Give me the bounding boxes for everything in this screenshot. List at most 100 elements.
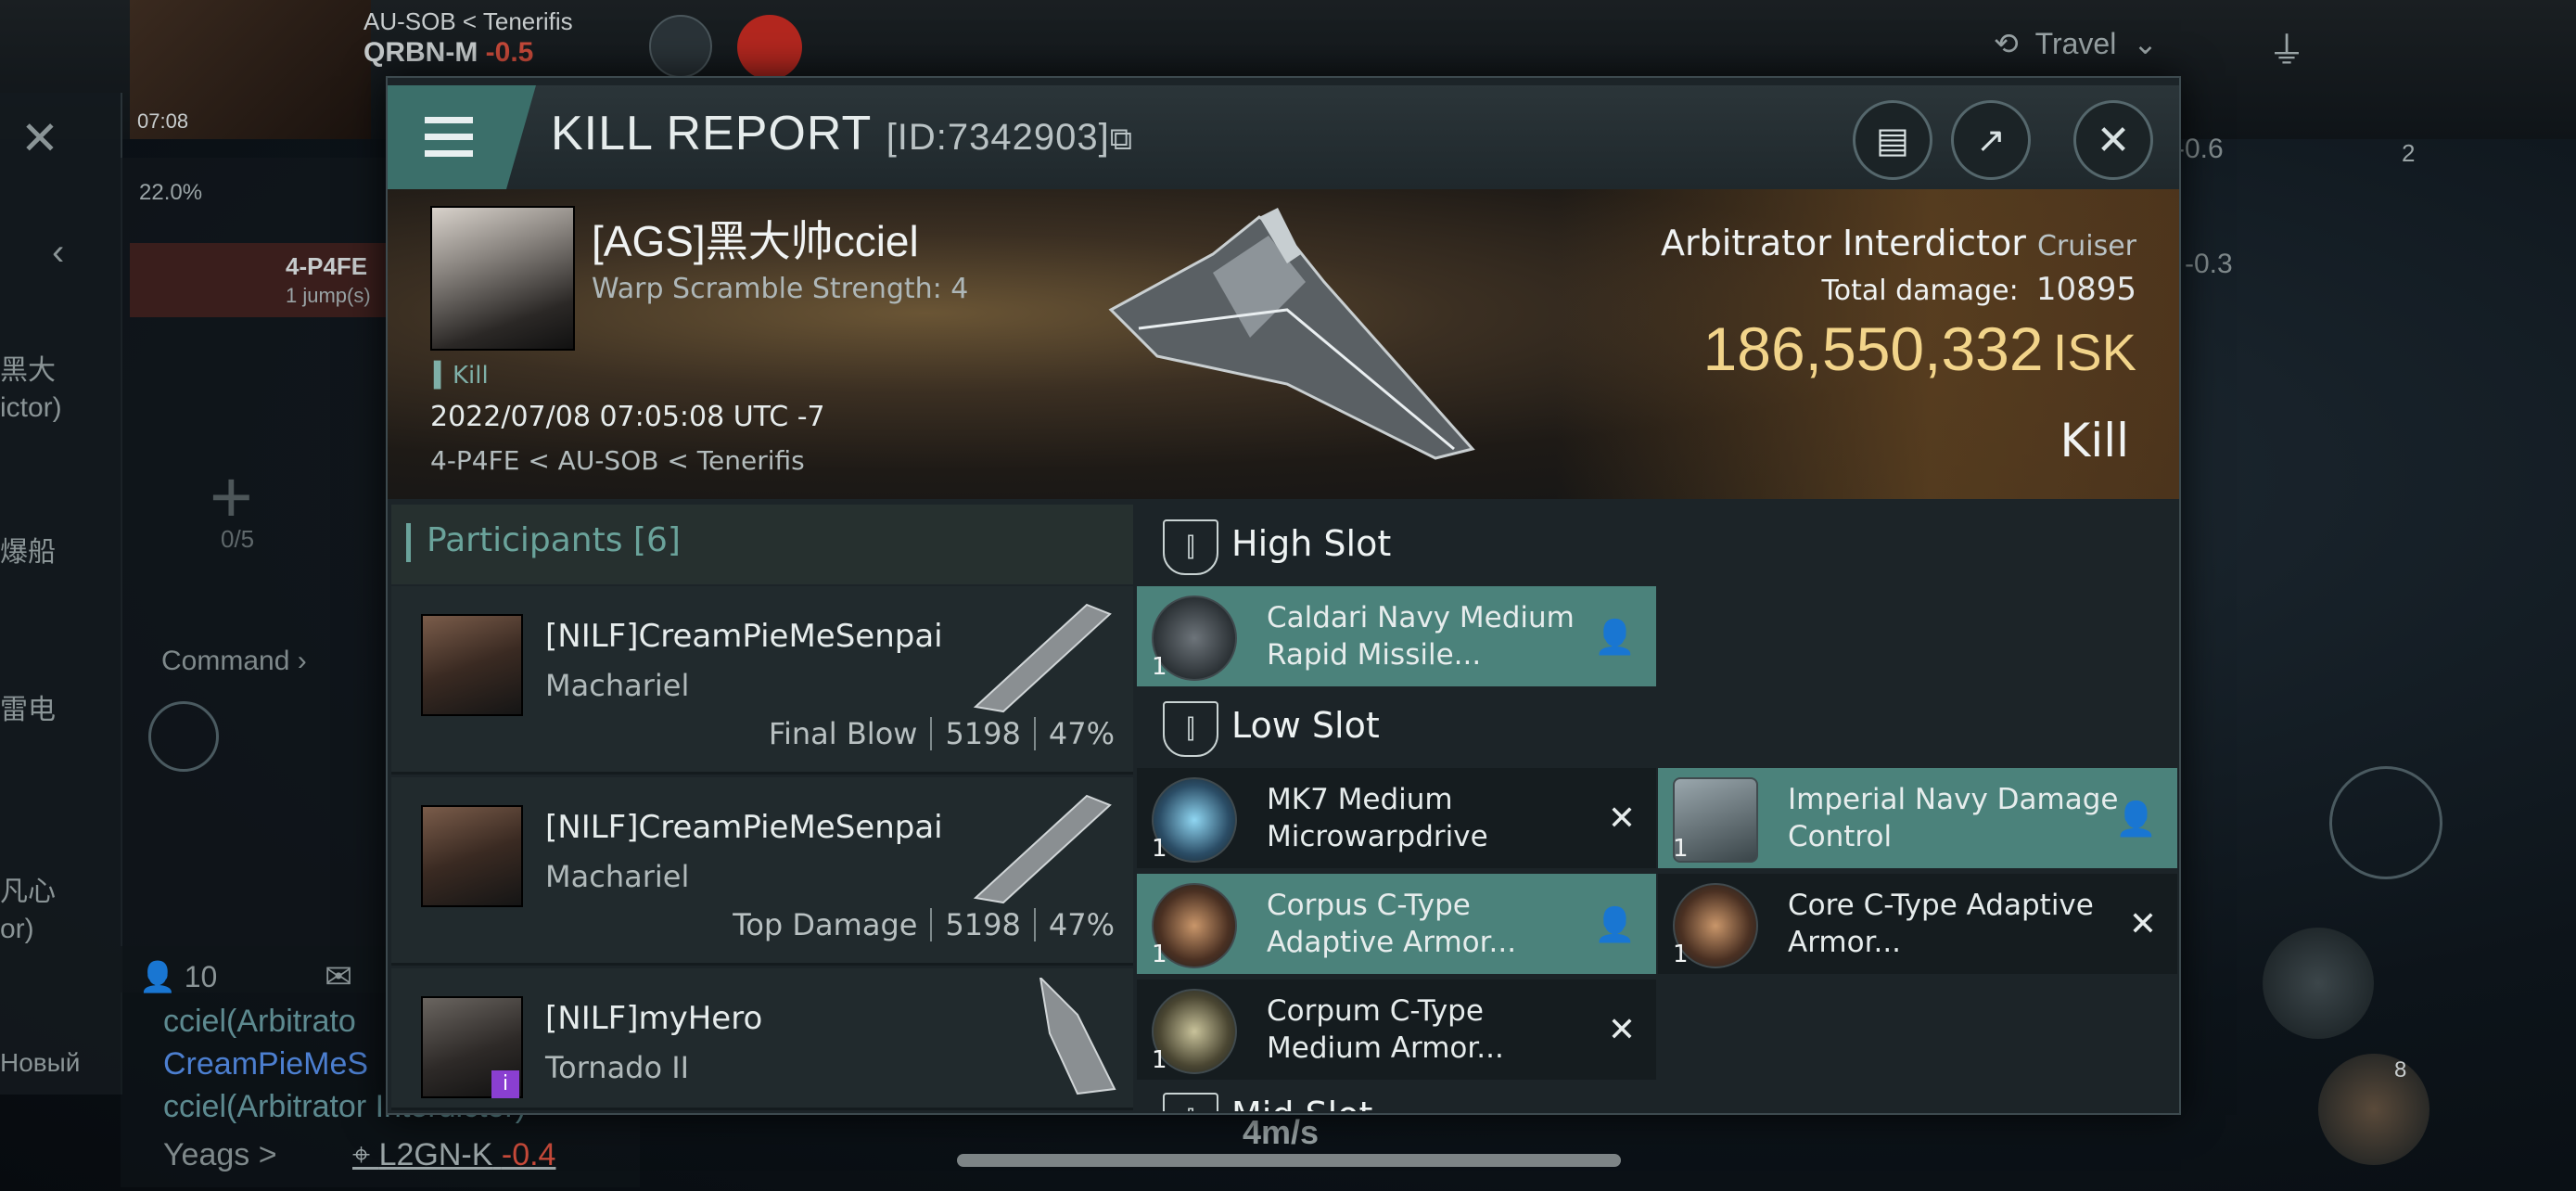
- corporation-logo-icon[interactable]: [737, 15, 802, 80]
- mid-slot-header: ⫿ Mid Slot: [1137, 1089, 2175, 1111]
- chat-user[interactable]: Yeags >: [163, 1137, 277, 1173]
- module-qty: 1: [1673, 941, 1689, 968]
- command-orbit-icon[interactable]: [148, 701, 219, 772]
- module-qty: 1: [1152, 1046, 1167, 1074]
- report-id: [ID:7342903]: [886, 117, 1110, 158]
- kill-report-modal: KILL REPORT [ID:7342903]⧉ ▤ ↗ ✕ [AGS]黑大帅…: [386, 76, 2181, 1115]
- participant-row[interactable]: [NILF]CreamPieMeSenpai Machariel Top Dam…: [391, 777, 1133, 966]
- left-label-4: 凡心 or): [0, 877, 56, 944]
- module-qty: 1: [1152, 835, 1167, 863]
- menu-icon: [425, 117, 473, 123]
- swap-icon[interactable]: [2329, 766, 2442, 879]
- travel-dropdown[interactable]: ⟲ Travel ⌄: [1994, 26, 2158, 61]
- left-label-5: Новый: [0, 1048, 81, 1077]
- module-qty: 1: [1152, 653, 1167, 681]
- module-item[interactable]: 1 Caldari Navy Medium Rapid Missile... 👤: [1137, 586, 1656, 686]
- travel-icon: ⟲: [1994, 27, 2019, 60]
- close-button[interactable]: ✕: [2073, 100, 2153, 180]
- kill-result: Kill: [2060, 414, 2129, 467]
- participants-title: Participants [6]: [427, 521, 681, 559]
- low-slot-label: Low Slot: [1231, 705, 1380, 746]
- left-label-2: 爆船: [0, 537, 56, 568]
- clipboard-button[interactable]: ▤: [1853, 100, 1932, 180]
- module-item[interactable]: 1 Corpus C-Type Adaptive Armor... 👤: [1137, 874, 1656, 974]
- low-slot-icon: ⫿: [1163, 701, 1218, 757]
- total-damage: Total damage: 10895: [1821, 271, 2137, 308]
- module-button-1[interactable]: [2263, 928, 2374, 1039]
- module-name: Corpus C-Type Adaptive Armor...: [1267, 889, 1517, 959]
- chevron-left-icon[interactable]: ‹: [52, 232, 64, 274]
- participant-name: [NILF]CreamPieMeSenpai: [545, 618, 943, 655]
- chat-line-1: cciel(Arbitrato: [163, 1004, 356, 1039]
- chat-line-2[interactable]: CreamPieMeS: [163, 1046, 368, 1082]
- module-item[interactable]: 1 Imperial Navy Damage Control 👤: [1658, 768, 2177, 868]
- participant-ship-image: [1039, 978, 1116, 1095]
- module-badge: 8: [2394, 1057, 2407, 1082]
- modal-title: KILL REPORT [ID:7342903]⧉: [551, 107, 1134, 160]
- nav-jumps: 1 jump(s): [286, 284, 371, 307]
- filter-icon[interactable]: ⏚: [2268, 20, 2305, 74]
- share-icon: ↗: [1976, 120, 2006, 160]
- notification-badge[interactable]: 2: [2402, 139, 2415, 168]
- module-name: Imperial Navy Damage Control: [1788, 783, 2119, 853]
- destroyed-icon: ✕: [2128, 905, 2157, 943]
- dropped-icon: 👤: [2115, 800, 2157, 839]
- clipboard-icon: ▤: [1876, 120, 1909, 160]
- kill-datetime: 2022/07/08 07:05:08 UTC -7: [430, 401, 825, 433]
- module-item[interactable]: 1 Corpum C-Type Medium Armor... ✕: [1137, 980, 1656, 1080]
- module-qty: 1: [1152, 941, 1167, 968]
- module-item[interactable]: 1 Core C-Type Adaptive Armor... ✕: [1658, 874, 2177, 974]
- participant-ship: Machariel: [545, 668, 690, 703]
- info-badge-icon[interactable]: i: [491, 1070, 519, 1098]
- left-label-1: 黑大 ictor): [0, 355, 62, 423]
- participant-row[interactable]: i [NILF]myHero Tornado II: [391, 968, 1133, 1110]
- kill-location[interactable]: 4-P4FE < AU-SOB < Tenerifis: [430, 445, 805, 476]
- fleet-slots: 0/5: [221, 525, 255, 553]
- participant-name: [NILF]myHero: [545, 1000, 763, 1037]
- home-indicator[interactable]: [957, 1154, 1621, 1167]
- mail-icon[interactable]: ✉: [325, 957, 352, 996]
- module-name: Caldari Navy Medium Rapid Missile...: [1267, 601, 1575, 672]
- mid-slot-icon: ⫿: [1163, 1093, 1218, 1111]
- left-label-3: 雷电: [0, 695, 56, 725]
- overview-sec-2: -0.3: [2185, 249, 2233, 279]
- module-item[interactable]: 1 MK7 Medium Microwarpdrive ✕: [1137, 768, 1656, 868]
- participant-ship-image: [973, 794, 1112, 904]
- close-icon: ✕: [2096, 116, 2131, 164]
- share-button[interactable]: ↗: [1951, 100, 2031, 180]
- participant-ship: Tornado II: [545, 1050, 690, 1085]
- dropped-icon: 👤: [1594, 906, 1636, 944]
- victim-ship: Arbitrator Interdictor Cruiser: [1661, 223, 2136, 263]
- destroyed-icon: ✕: [1607, 1011, 1636, 1049]
- kill-tag: ▍Kill: [434, 362, 489, 390]
- participant-row[interactable]: [NILF]CreamPieMeSenpai Machariel Final B…: [391, 586, 1133, 775]
- close-icon[interactable]: ✕: [20, 111, 59, 165]
- destroyed-icon: ✕: [1607, 800, 1636, 838]
- module-name: Corpum C-Type Medium Armor...: [1267, 994, 1504, 1065]
- module-qty: 1: [1673, 835, 1689, 863]
- participant-stats: Final Blow 5198 47%: [768, 716, 1115, 751]
- nav-target: 4-P4FE: [286, 252, 368, 280]
- alliance-logo-icon[interactable]: [649, 15, 712, 78]
- high-slot-label: High Slot: [1231, 523, 1392, 564]
- victim-ship-class: Cruiser: [2036, 230, 2136, 263]
- module-name: Core C-Type Adaptive Armor...: [1788, 889, 2094, 959]
- dropped-icon: 👤: [1594, 619, 1636, 657]
- victim-ship-name: Arbitrator Interdictor: [1661, 223, 2026, 263]
- online-count[interactable]: 👤 10: [139, 959, 217, 994]
- victim-name[interactable]: [AGS]黑大帅cciel: [592, 208, 919, 269]
- participant-ship-image: [973, 603, 1112, 713]
- participant-portrait: [421, 805, 523, 907]
- hud-time: 07:08: [137, 109, 189, 133]
- victim-ship-image[interactable]: [1102, 198, 1491, 477]
- isk-value: 186,550,332 ISK: [1702, 314, 2136, 383]
- hud-system: QRBN-M -0.5: [363, 37, 534, 68]
- chat-location[interactable]: ⌖ L2GN-K -0.4: [352, 1137, 555, 1173]
- participant-ship: Machariel: [545, 859, 690, 894]
- speed-readout: 4m/s: [1243, 1113, 1320, 1151]
- module-button-2[interactable]: [2318, 1054, 2429, 1165]
- copy-icon[interactable]: ⧉: [1110, 122, 1133, 157]
- warp-scramble: Warp Scramble Strength: 4: [592, 273, 969, 305]
- victim-portrait[interactable]: [430, 206, 575, 351]
- command-link[interactable]: Command ›: [161, 646, 307, 677]
